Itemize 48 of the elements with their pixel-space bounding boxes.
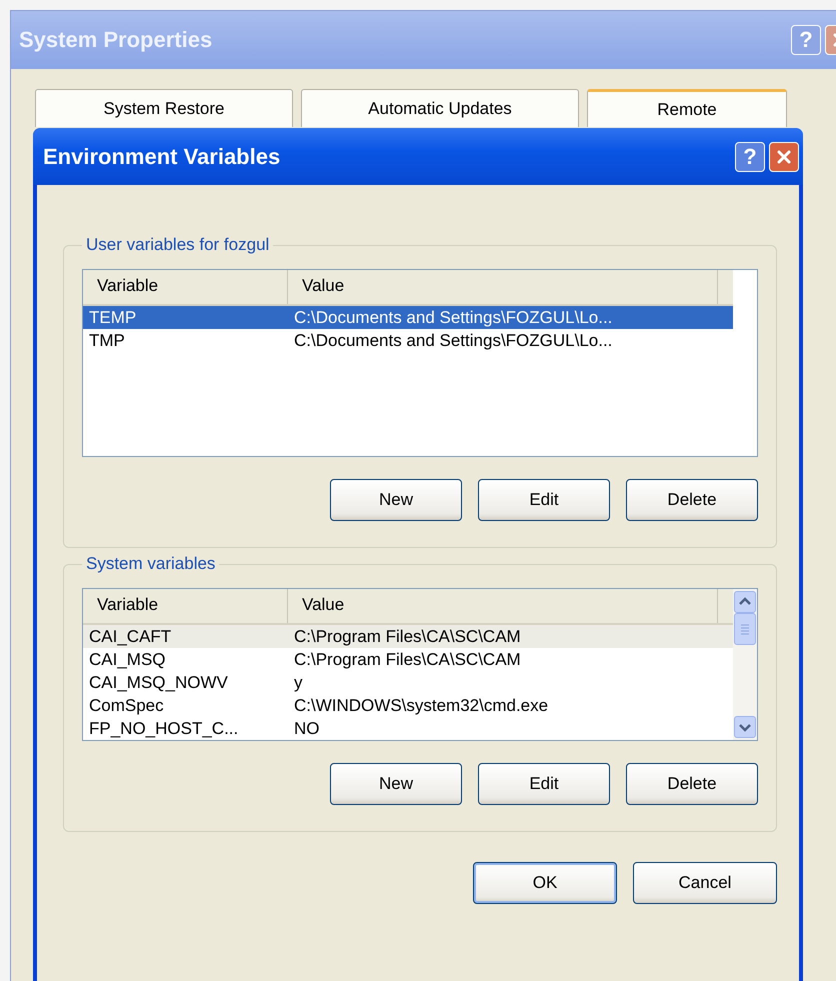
table-cell-text: C:\Documents and Settings\FOZGUL\Lo... bbox=[293, 330, 614, 350]
table-cell-text: C:\Program Files\CA\SC\CAM bbox=[293, 650, 522, 670]
dialog-button[interactable]: OK bbox=[473, 862, 617, 904]
table-cell-text: C:\Documents and Settings\FOZGUL\Lo... bbox=[293, 308, 614, 328]
table-cell-text: C:\WINDOWS\system32\cmd.exe bbox=[293, 696, 550, 716]
dialog-title: Environment Variables bbox=[43, 144, 282, 170]
list-view[interactable]: Variable Value TEMP C:\Documents and Settings\FOZGUL\Lo... TMP C:\Documents and Settings\FOZGUL\Lo... bbox=[82, 269, 758, 457]
column-header[interactable]: Variable bbox=[83, 589, 288, 623]
table-cell-text: ComSpec bbox=[88, 696, 165, 716]
close-button[interactable] bbox=[769, 142, 799, 172]
tab[interactable]: System Restore bbox=[35, 89, 293, 127]
scrollbar[interactable] bbox=[733, 589, 757, 740]
table-cell-text: y bbox=[293, 672, 304, 692]
scroll-up-icon[interactable] bbox=[734, 591, 756, 613]
tab[interactable]: Automatic Updates bbox=[301, 89, 579, 127]
scroll-thumb[interactable] bbox=[734, 613, 756, 645]
column-header[interactable]: Value bbox=[288, 589, 718, 623]
list-view[interactable]: Variable Value CAI_CAFT C:\Program Files\CA\SC\CAM CAI_MSQ C:\Program Files\CA\SC\CAM CAI_MSQ_NOWV y ComSpec C:\WINDOWS\system32\cmd.exe FP_NO_HOST_C... NO bbox=[82, 588, 758, 741]
action-button[interactable]: Edit bbox=[478, 479, 610, 521]
table-cell-text: TMP bbox=[88, 330, 126, 350]
scroll-down-icon[interactable] bbox=[734, 716, 756, 738]
help-button[interactable]: ? bbox=[735, 142, 765, 172]
action-button[interactable]: Delete bbox=[626, 763, 758, 805]
action-button[interactable]: Delete bbox=[626, 479, 758, 521]
action-button[interactable]: New bbox=[330, 763, 462, 805]
action-button[interactable]: New bbox=[330, 479, 462, 521]
list-row[interactable]: CAI_MSQ C:\Program Files\CA\SC\CAM bbox=[83, 648, 733, 671]
table-cell-text: FP_NO_HOST_C... bbox=[88, 718, 240, 738]
table-cell-text: CAI_CAFT bbox=[88, 626, 172, 646]
list-row[interactable]: TMP C:\Documents and Settings\FOZGUL\Lo... bbox=[83, 329, 733, 352]
list-row[interactable]: ComSpec C:\WINDOWS\system32\cmd.exe bbox=[83, 694, 733, 717]
column-header[interactable]: Variable bbox=[83, 270, 288, 304]
list-row[interactable]: FP_NO_HOST_C... NO bbox=[83, 717, 733, 740]
table-cell-text: CAI_MSQ bbox=[88, 650, 167, 670]
column-header[interactable]: Value bbox=[288, 270, 718, 304]
group-label: User variables for fozgul bbox=[85, 235, 270, 255]
list-row[interactable]: CAI_CAFT C:\Program Files\CA\SC\CAM bbox=[83, 625, 733, 648]
window-title: System Properties bbox=[19, 27, 214, 53]
group-label: System variables bbox=[85, 554, 216, 574]
table-cell-text: NO bbox=[293, 718, 320, 738]
action-button[interactable]: Edit bbox=[478, 763, 610, 805]
list-row[interactable]: TEMP C:\Documents and Settings\FOZGUL\Lo... bbox=[83, 306, 733, 329]
tab[interactable]: Remote bbox=[587, 89, 787, 127]
table-cell-text: TEMP bbox=[88, 308, 138, 328]
table-cell-text: C:\Program Files\CA\SC\CAM bbox=[293, 626, 522, 646]
dialog-button[interactable]: Cancel bbox=[633, 862, 777, 904]
table-cell-text: CAI_MSQ_NOWV bbox=[88, 672, 229, 692]
list-row[interactable]: CAI_MSQ_NOWV y bbox=[83, 671, 733, 694]
